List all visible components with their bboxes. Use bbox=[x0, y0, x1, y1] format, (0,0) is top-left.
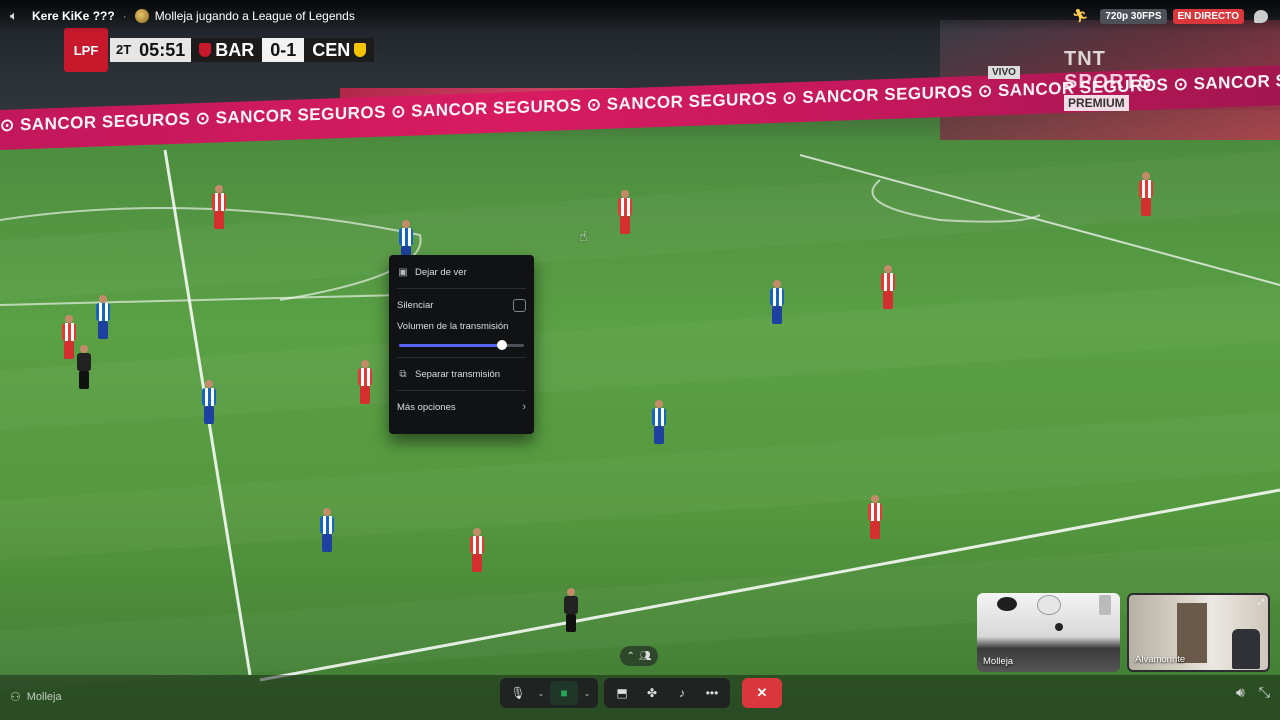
activity-status: Molleja jugando a League of Legends bbox=[154, 9, 355, 23]
participant-name: Molleja bbox=[983, 656, 1014, 667]
volume-label: Volumen de la transmisión bbox=[397, 321, 509, 332]
mute-item[interactable]: Silenciar bbox=[397, 294, 526, 316]
mute-checkbox[interactable] bbox=[513, 298, 526, 312]
menu-divider bbox=[397, 390, 526, 391]
bottom-left-label: Molleja bbox=[26, 691, 62, 703]
staff-person bbox=[562, 588, 580, 634]
media-controls: 🎙︎ ⌄ ■ ⌄ bbox=[500, 678, 598, 708]
match-period: 2T bbox=[110, 38, 138, 62]
volume-icon[interactable]: 🔊︎ bbox=[1236, 684, 1245, 701]
activity-runner-icon[interactable]: 🏃︎ bbox=[1072, 8, 1089, 24]
live-badge: EN DIRECTO bbox=[1172, 8, 1244, 24]
ellipsis-icon[interactable]: ••• bbox=[698, 681, 726, 705]
broadcaster-logo: TNT SPORTS PREMIUM bbox=[1064, 48, 1196, 111]
stream-context-menu: ▣ Dejar de ver Silenciar Volumen de la t… bbox=[389, 255, 534, 434]
league-logo: LPF bbox=[64, 28, 108, 72]
stream-quality-badge: 720p 30FPS bbox=[1100, 8, 1167, 24]
voice-channel-name[interactable]: Kere KiKe ??? bbox=[32, 9, 115, 23]
away-crest-icon bbox=[354, 43, 367, 57]
player bbox=[768, 280, 786, 326]
stream-status: 🏃︎ 720p 30FPS EN DIRECTO bbox=[1072, 8, 1268, 24]
bottom-right-controls: 🔊︎ ⤡ bbox=[1236, 684, 1270, 701]
mute-label: Silenciar bbox=[397, 299, 434, 311]
home-team-name: BAR bbox=[215, 40, 255, 60]
player bbox=[210, 185, 228, 231]
volume-fill bbox=[399, 344, 502, 347]
activity-user-icon[interactable]: ⚇ bbox=[10, 690, 21, 704]
player bbox=[318, 508, 336, 554]
home-crest-icon bbox=[199, 43, 212, 57]
broadcaster-tier: PREMIUM bbox=[1064, 95, 1129, 111]
match-clock: 05:51 bbox=[137, 38, 192, 62]
more-options-item[interactable]: Más opciones › bbox=[397, 396, 526, 418]
volume-slider[interactable] bbox=[397, 338, 526, 352]
scoreboard: LPF 2T 05:51 BAR 0-1 CEN bbox=[64, 28, 375, 72]
popout-icon: ⧉ bbox=[399, 368, 407, 380]
show-participants-button[interactable]: ⌃ 👥︎ bbox=[620, 646, 658, 666]
player bbox=[200, 380, 218, 426]
microphone-icon[interactable]: 🎙︎ bbox=[504, 681, 532, 705]
player bbox=[468, 528, 486, 574]
player bbox=[1137, 172, 1155, 218]
stream-header: 🔈︎ Kere KiKe ??? · Molleja jugando a Lea… bbox=[0, 0, 1280, 32]
speaker-icon: 🔈︎ bbox=[10, 8, 18, 23]
player bbox=[650, 400, 668, 446]
camera-icon[interactable]: ■ bbox=[550, 681, 578, 705]
soundboard-icon[interactable]: ♪ bbox=[668, 681, 696, 705]
stop-watching-icon: ▣ bbox=[398, 266, 408, 278]
screen-share-icon[interactable]: ⬒ bbox=[608, 681, 636, 705]
menu-divider bbox=[397, 288, 526, 289]
call-controls: 🎙︎ ⌄ ■ ⌄ ⬒ ✤ ♪ ••• ✕ bbox=[500, 678, 782, 708]
stop-watching-label: Dejar de ver bbox=[415, 266, 467, 278]
activities-icon[interactable]: ✤ bbox=[638, 681, 666, 705]
popout-label: Separar transmisión bbox=[415, 368, 501, 380]
bottom-left-status: ⚇ Molleja bbox=[10, 690, 62, 704]
chevron-right-icon: › bbox=[522, 401, 526, 413]
mic-options-chevron-icon[interactable]: ⌄ bbox=[534, 681, 548, 705]
chevron-up-icon: ⌃ bbox=[626, 650, 635, 662]
match-score: 0-1 bbox=[262, 38, 305, 62]
pointer-cursor-icon: ☝︎ bbox=[579, 228, 588, 244]
separator: · bbox=[122, 9, 127, 23]
player bbox=[866, 495, 884, 541]
participant-name: Alvamonnte bbox=[1135, 654, 1186, 665]
menu-divider bbox=[397, 357, 526, 358]
league-of-legends-icon bbox=[134, 9, 149, 23]
player bbox=[879, 265, 897, 311]
camera-options-chevron-icon[interactable]: ⌄ bbox=[580, 681, 594, 705]
exit-fullscreen-icon[interactable]: ⤡ bbox=[1259, 684, 1270, 701]
end-call-button[interactable]: ✕ bbox=[742, 678, 782, 708]
participant-tile-molleja[interactable]: Molleja bbox=[977, 593, 1120, 672]
stop-watching-item[interactable]: ▣ Dejar de ver bbox=[397, 261, 526, 283]
end-call-icon: ✕ bbox=[756, 685, 768, 700]
live-bug: VIVO bbox=[988, 66, 1020, 79]
volume-thumb[interactable] bbox=[496, 340, 507, 350]
action-controls: ⬒ ✤ ♪ ••• bbox=[604, 678, 730, 708]
broadcaster-name: TNT SPORTS bbox=[1064, 48, 1153, 93]
player bbox=[94, 295, 112, 341]
chat-icon[interactable] bbox=[1254, 9, 1268, 23]
expand-icon[interactable]: ⤢ bbox=[1258, 598, 1264, 608]
popout-stream-item[interactable]: ⧉ Separar transmisión bbox=[397, 363, 526, 385]
home-team: BAR bbox=[191, 38, 263, 62]
referee bbox=[75, 345, 93, 391]
users-icon: 👥︎ bbox=[638, 650, 652, 662]
away-team-name: CEN bbox=[312, 40, 351, 60]
participant-tile-alvamonnte[interactable]: ⤢ Alvamonnte bbox=[1127, 593, 1270, 672]
away-team: CEN bbox=[304, 38, 375, 62]
player bbox=[356, 360, 374, 406]
player bbox=[616, 190, 634, 236]
more-options-label: Más opciones bbox=[397, 401, 456, 413]
